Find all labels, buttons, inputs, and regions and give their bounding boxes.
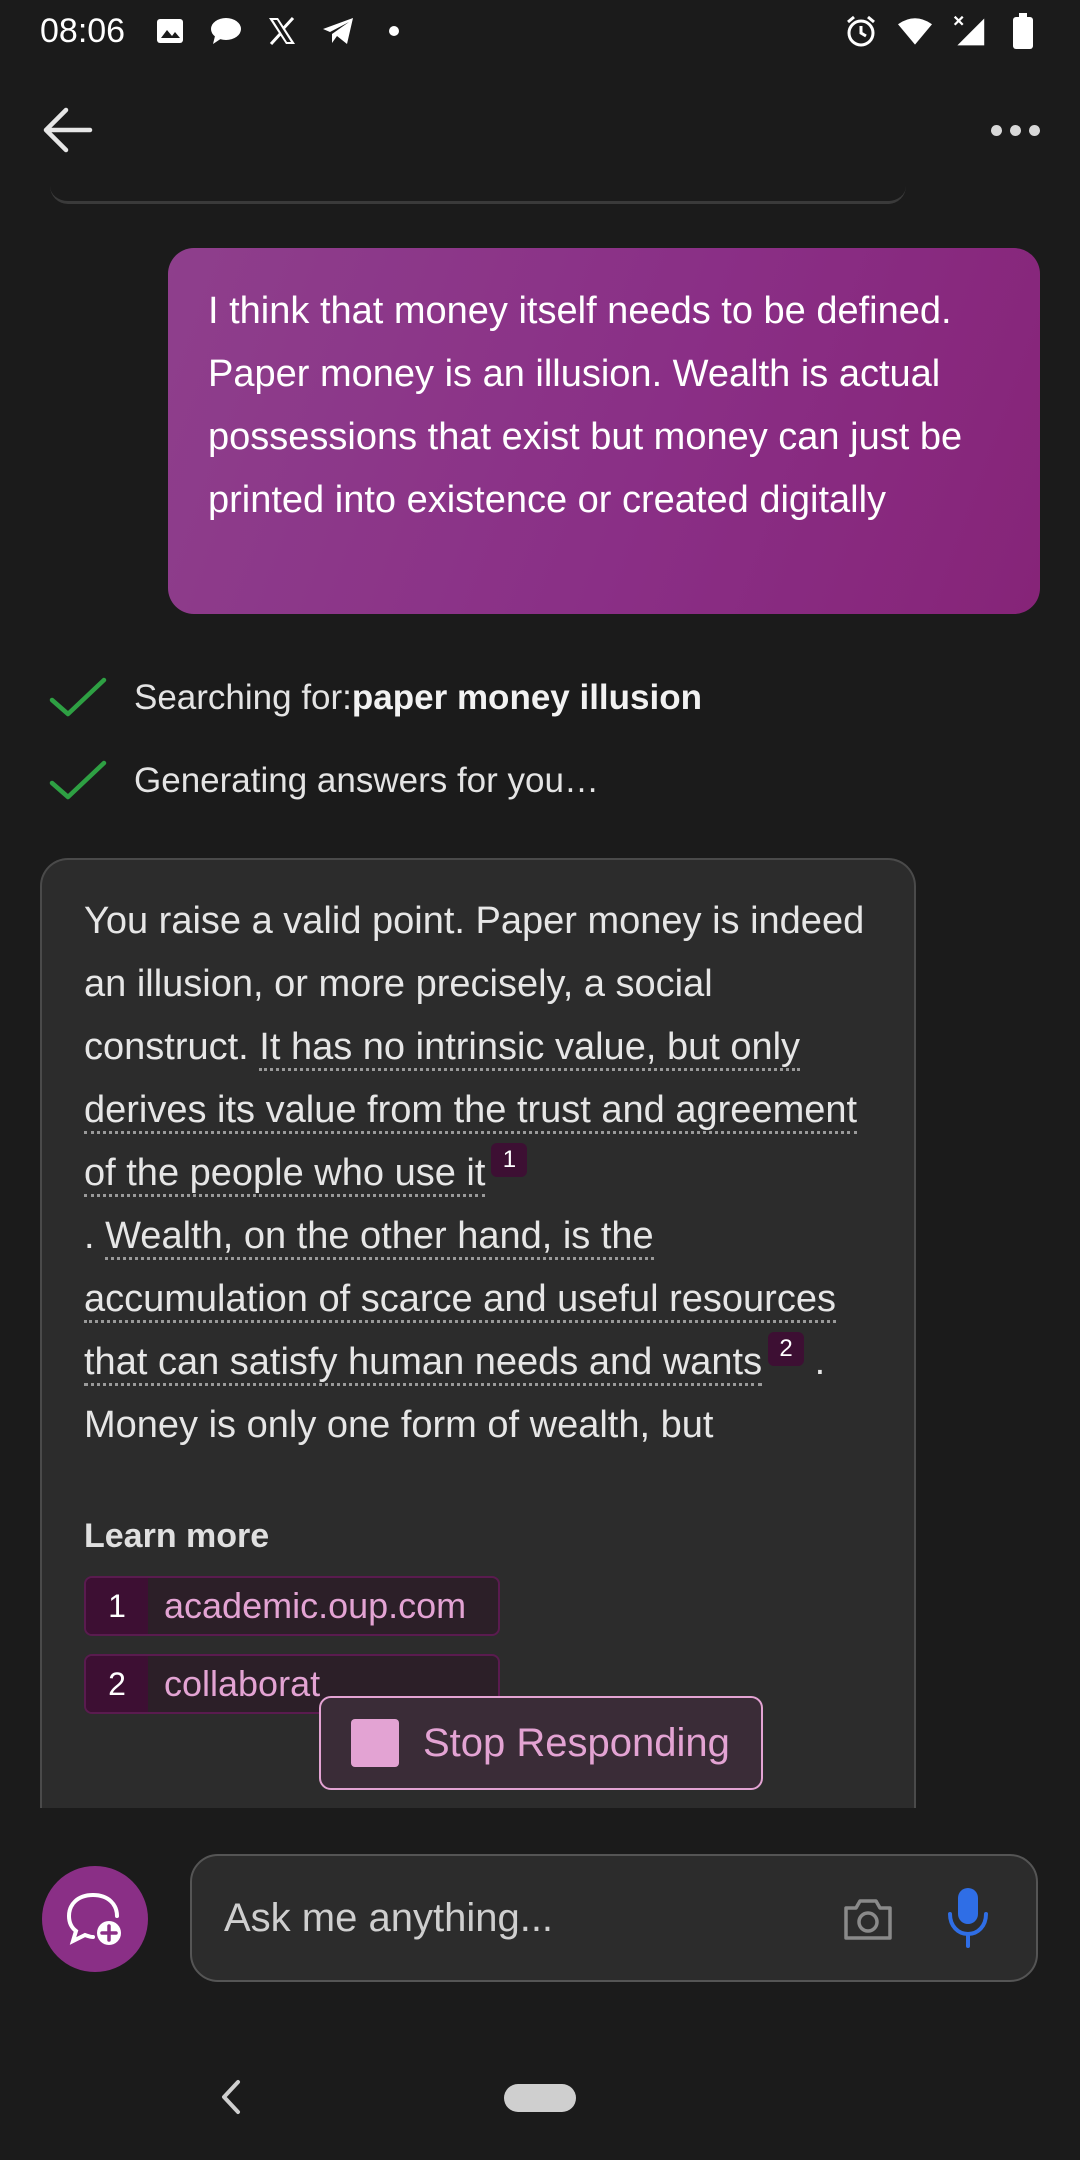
- camera-icon: [844, 1899, 892, 1940]
- search-query: paper money illusion: [351, 678, 702, 717]
- user-message-bubble: I think that money itself needs to be de…: [168, 248, 1040, 614]
- more-options-button[interactable]: [974, 102, 1040, 158]
- source-number: 2: [86, 1656, 148, 1712]
- source-number: 1: [86, 1578, 148, 1634]
- source-link-1[interactable]: 1 academic.oup.com: [84, 1576, 500, 1636]
- wifi-icon: [898, 14, 932, 48]
- checkmark-icon: [49, 760, 107, 800]
- x-logo-icon: [265, 14, 299, 48]
- telegram-icon: [321, 14, 355, 48]
- citation-badge-2[interactable]: 2: [768, 1332, 805, 1366]
- learn-more-label: Learn more: [84, 1517, 270, 1555]
- back-button[interactable]: [40, 102, 106, 158]
- stop-icon: [351, 1719, 399, 1767]
- chat-bubble-icon: [209, 14, 243, 48]
- chevron-left-icon: [222, 2080, 240, 2114]
- answer-card: You raise a valid point. Paper money is …: [40, 858, 916, 1808]
- status-bar: 08:06: [0, 0, 1080, 62]
- chat-input-container: [190, 1854, 1038, 1982]
- checkmark-icon: [49, 677, 107, 717]
- nav-back-button[interactable]: [216, 2078, 246, 2116]
- progress-searching: Searching for: paper money illusion: [48, 668, 702, 728]
- image-icon: [153, 14, 187, 48]
- chat-input[interactable]: [224, 1895, 784, 1941]
- new-chat-icon: [66, 1893, 121, 1945]
- citation-badge-1[interactable]: 1: [491, 1143, 528, 1177]
- more-horizontal-icon: [991, 124, 1002, 136]
- alarm-icon: [844, 14, 878, 48]
- nav-home-pill[interactable]: [504, 2084, 576, 2112]
- battery-icon: [1006, 13, 1040, 49]
- more-horizontal-icon-dot: [1029, 124, 1040, 136]
- progress-generating: Generating answers for you…: [48, 751, 599, 811]
- source-domain: collaborat: [164, 1663, 321, 1704]
- previous-card-edge: [50, 186, 906, 204]
- answer-text: You raise a valid point. Paper money is …: [84, 890, 872, 1457]
- signal-icon: [952, 14, 986, 48]
- dot-icon: [377, 14, 411, 48]
- answer-part-2: .: [84, 1215, 106, 1257]
- user-message-text: I think that money itself needs to be de…: [208, 290, 963, 521]
- app-bar: [0, 90, 1080, 170]
- progress-searching-prefix: Searching for:: [134, 678, 352, 717]
- arrow-left-icon: [43, 107, 93, 153]
- status-time: 08:06: [40, 11, 126, 50]
- stop-responding-label: Stop Responding: [423, 1720, 730, 1765]
- new-topic-button[interactable]: [42, 1866, 148, 1972]
- microphone-button[interactable]: [944, 1886, 992, 1950]
- camera-button[interactable]: [840, 1892, 896, 1948]
- microphone-icon: [948, 1888, 988, 1948]
- progress-generating-text: Generating answers for you…: [134, 761, 599, 800]
- stop-responding-button[interactable]: Stop Responding: [319, 1696, 763, 1790]
- more-horizontal-icon-dot: [1010, 124, 1021, 136]
- source-domain: academic.oup.com: [164, 1585, 467, 1626]
- cited-sentence-2[interactable]: Wealth, on the other hand, is the accumu…: [84, 1215, 836, 1386]
